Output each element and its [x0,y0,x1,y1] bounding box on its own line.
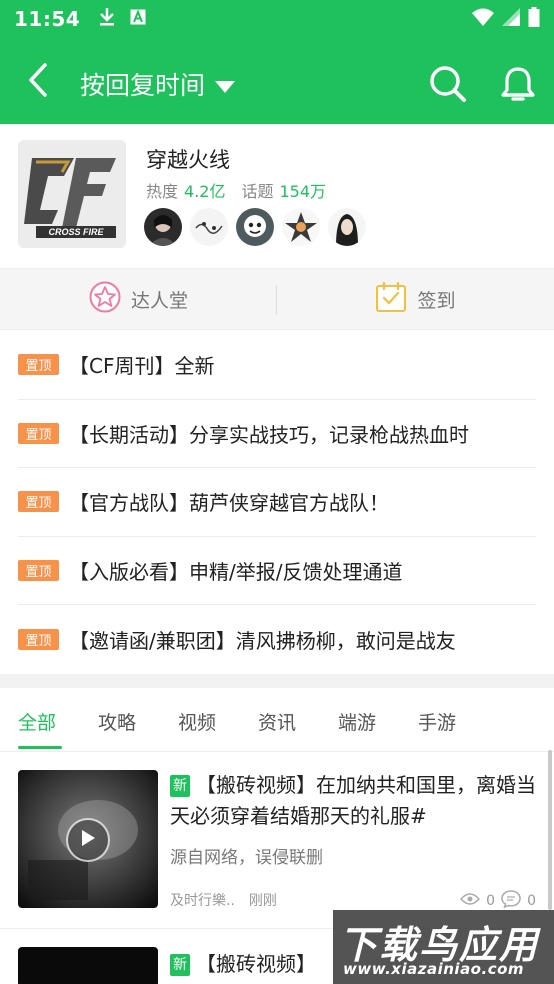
a-icon [130,9,146,29]
experts-hall-button[interactable]: 达人堂 [0,269,277,329]
view-icon [460,892,481,910]
post-title: 新【搬砖视频】在加纳共和国里，离婚当天必须穿着结婚那天的礼服# [170,770,536,832]
tab-mobile-games[interactable]: 手游 [418,708,456,735]
signal-icon [502,8,520,30]
sort-label: 按回复时间 [80,71,206,100]
action-row: 达人堂 签到 [0,268,554,330]
pinned-title: 【官方战队】葫芦侠穿越官方战队！ [69,491,389,516]
pinned-title: 【入版必看】申精/举报/反馈处理通道 [69,560,403,585]
view-count: 0 [486,893,496,909]
play-icon [80,829,96,851]
video-thumbnail[interactable] [18,947,158,984]
back-arrow-icon [28,63,48,101]
topics-value: 154万 [279,182,327,201]
sort-dropdown[interactable]: 按回复时间 [80,64,236,104]
star-badge-icon [89,281,121,318]
comment-count: 0 [527,893,536,909]
category-tabs: 全部 攻略 视频 资讯 端游 手游 [0,688,554,752]
pinned-list: 置顶 【CF周刊】全新 置顶 【长期活动】分享实战技巧，记录枪战热血时 置顶 【… [0,331,554,674]
experts-hall-label: 达人堂 [130,289,188,312]
pin-badge: 置顶 [18,422,59,444]
moderator-avatars [144,208,366,246]
watermark-url: www.xiazainiao.com [343,960,525,978]
bell-icon [500,66,536,106]
battery-icon [528,7,540,31]
checkin-label: 签到 [417,289,456,312]
pin-badge: 置顶 [18,560,59,582]
tab-guides[interactable]: 攻略 [98,708,136,735]
dropdown-caret-icon [215,70,236,99]
avatar[interactable] [328,208,366,246]
section-divider [0,674,554,688]
forum-logo[interactable]: CROSS FIRE [18,140,126,248]
avatar[interactable] [282,208,320,246]
divider [276,285,277,315]
post-meta: 及时行樂.. 刚刚 [170,890,277,910]
scrollbar[interactable] [548,750,552,910]
pinned-item[interactable]: 置顶 【官方战队】葫芦侠穿越官方战队！ [18,468,536,537]
status-time: 11:54 [14,7,81,31]
wifi-icon [472,8,494,30]
status-bar: 11:54 [0,0,554,38]
comment-icon [501,890,521,912]
pinned-item[interactable]: 置顶 【入版必看】申精/举报/反馈处理通道 [18,537,536,606]
pinned-item[interactable]: 置顶 【长期活动】分享实战技巧，记录枪战热血时 [18,400,536,469]
search-button[interactable] [426,64,470,108]
video-thumbnail[interactable] [18,770,158,908]
forum-header: CROSS FIRE 穿越火线 热度 4.2亿 话题 154万 [0,124,554,268]
heat-stat: 热度 4.2亿 [146,182,226,201]
tab-videos[interactable]: 视频 [178,708,216,735]
calendar-check-icon [375,281,407,318]
download-icon [98,7,116,31]
post-subtitle: 源自网络，误侵联删 [170,848,323,868]
heat-value: 4.2亿 [184,182,226,201]
avatar[interactable] [144,208,182,246]
app-bar: 按回复时间 [0,38,554,124]
play-button[interactable] [66,818,110,862]
pinned-item[interactable]: 置顶 【邀请函/兼职团】清风拂杨柳，敢问是战友 [18,605,536,674]
pin-badge: 置顶 [18,491,59,513]
pin-badge: 置顶 [18,629,59,651]
watermark: 下载鸟应用 www.xiazainiao.com [333,910,554,984]
pinned-title: 【长期活动】分享实战技巧，记录枪战热血时 [69,422,469,447]
forum-stats: 热度 4.2亿 话题 154万 [146,178,326,202]
tab-indicator [18,746,62,749]
post-card[interactable]: 新【搬砖视频】在加纳共和国里，离婚当天必须穿着结婚那天的礼服# 源自网络，误侵联… [0,752,554,928]
notification-button[interactable] [496,64,540,108]
avatar[interactable] [190,208,228,246]
new-badge: 新 [170,775,190,797]
forum-logo-text: CROSS FIRE [48,227,104,237]
checkin-button[interactable]: 签到 [277,269,554,329]
post-author: 及时行樂.. [170,893,235,909]
tab-pc-games[interactable]: 端游 [338,708,376,735]
pinned-item[interactable]: 置顶 【CF周刊】全新 [18,331,536,400]
back-button[interactable] [18,62,58,102]
forum-name: 穿越火线 [146,148,230,172]
post-time: 刚刚 [248,893,277,909]
topics-stat: 话题 154万 [241,182,327,201]
post-title-text: 【搬砖视频】 [196,952,316,976]
tab-all[interactable]: 全部 [18,708,56,735]
search-icon [429,65,467,107]
post-title-text: 【搬砖视频】在加纳共和国里，离婚当天必须穿着结婚那天的礼服# [170,773,536,828]
tab-news[interactable]: 资讯 [258,708,296,735]
pinned-title: 【CF周刊】全新 [69,354,215,379]
pin-badge: 置顶 [18,354,59,376]
post-counts: 0 0 [460,890,536,912]
avatar[interactable] [236,208,274,246]
new-badge: 新 [170,954,190,976]
pinned-title: 【邀请函/兼职团】清风拂杨柳，敢问是战友 [69,629,456,654]
